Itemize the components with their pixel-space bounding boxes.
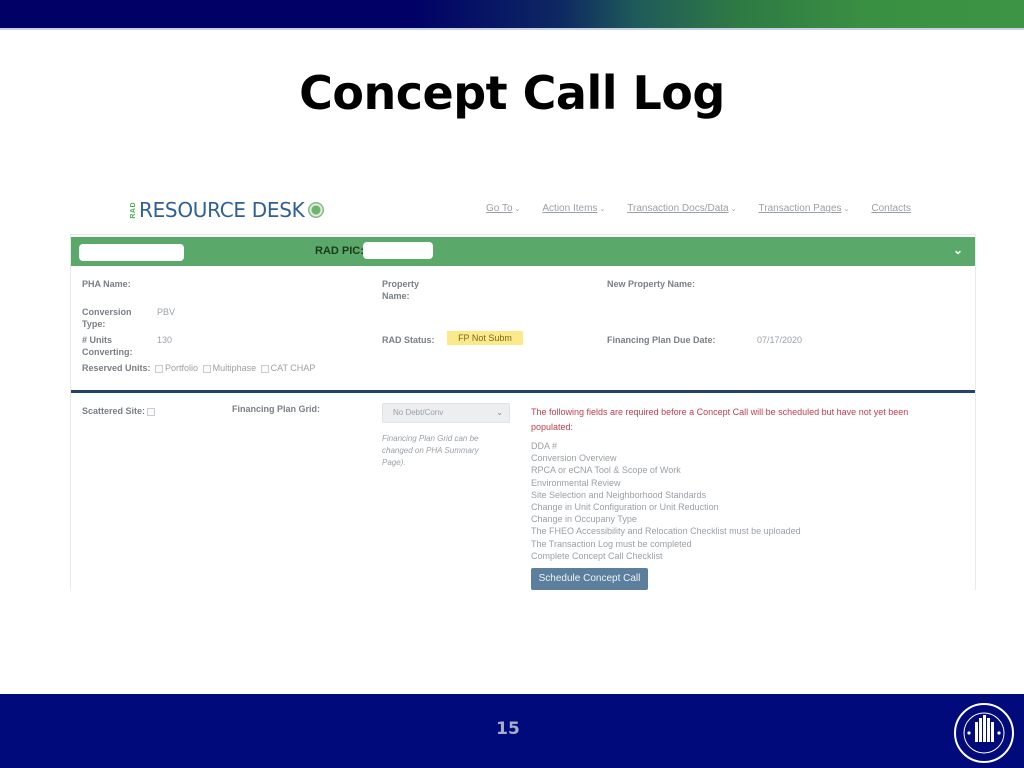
nav-go-to[interactable]: Go To ⌄: [486, 203, 520, 214]
resource-desk-screenshot: RAD RESOURCE DESK Go To ⌄ Action Items ⌄ T…: [68, 190, 978, 590]
nav-label: Action Items: [542, 203, 598, 214]
units-converting-label: # Units Converting:: [82, 335, 133, 357]
financing-plan-note: Financing Plan Grid can be changed on PH…: [382, 434, 479, 467]
nav-transaction-docs-data[interactable]: Transaction Docs/Data ⌄: [627, 203, 736, 214]
redacted-rad-pic: [363, 242, 433, 259]
required-item: Site Selection and Neighborhood Standard…: [531, 489, 707, 500]
rad-status-label: RAD Status:: [382, 335, 435, 345]
reserved-units-row: Reserved Units: Portfolio Multiphase CAT…: [82, 363, 315, 373]
required-item: RPCA or eCNA Tool & Scope of Work: [531, 465, 681, 476]
units-converting-value: 130: [157, 335, 173, 345]
transaction-card: RAD PIC: ⌄ PHA Name: Property Name: New …: [70, 234, 976, 590]
nav-label: Transaction Docs/Data: [627, 203, 729, 214]
required-item: Conversion Overview: [531, 453, 617, 464]
slide-top-band-border: [0, 28, 1024, 30]
slide-top-band: [0, 0, 1024, 28]
top-nav: Go To ⌄ Action Items ⌄ Transaction Docs/Da…: [486, 203, 933, 214]
hud-seal-icon: [308, 202, 325, 218]
financing-plan-grid-label: Financing Plan Grid:: [232, 404, 321, 414]
conversion-type-value: PBV: [157, 307, 176, 317]
chevron-down-icon: ⌄: [599, 206, 606, 213]
pha-name-label: PHA Name:: [82, 279, 131, 289]
required-item: DDA #: [531, 441, 558, 451]
reserved-units-label: Reserved Units:: [82, 363, 151, 373]
rad-pic-label: RAD PIC:: [315, 245, 364, 257]
required-item: Change in Occupany Type: [531, 514, 637, 525]
schedule-concept-call-button[interactable]: Schedule Concept Call: [531, 568, 648, 590]
nav-transaction-pages[interactable]: Transaction Pages ⌄: [759, 203, 850, 214]
required-fields-message: The following fields are required before…: [531, 407, 909, 432]
chevron-down-icon: ⌄: [730, 206, 737, 213]
cat-chap-label: CAT CHAP: [270, 363, 316, 373]
hud-seal-icon: [954, 703, 1014, 763]
fp-due-date-value: 07/17/2020: [757, 335, 803, 345]
rad-status-badge: FP Not Subm: [447, 331, 523, 345]
new-property-name-label: New Property Name:: [607, 279, 696, 289]
required-item: Environmental Review: [531, 477, 621, 488]
scattered-site-text: Scattered Site:: [82, 406, 146, 416]
conversion-type-label: Conversion Type:: [82, 307, 132, 329]
logo-text: RESOURCE DESK: [139, 198, 305, 222]
required-item: Complete Concept Call Checklist: [531, 550, 663, 561]
required-item: Change in Unit Configuration or Unit Red…: [531, 502, 719, 513]
card-header-bar[interactable]: RAD PIC: ⌄: [71, 237, 975, 266]
multiphase-checkbox[interactable]: [202, 364, 211, 373]
portfolio-label: Portfolio: [165, 363, 199, 373]
chevron-down-icon: ⌄: [514, 206, 521, 213]
nav-action-items[interactable]: Action Items ⌄: [542, 203, 605, 214]
app-header: RAD RESOURCE DESK Go To ⌄ Action Items ⌄ T…: [68, 190, 978, 230]
fp-due-date-label: Financing Plan Due Date:: [607, 335, 716, 345]
resource-desk-logo[interactable]: RAD RESOURCE DESK: [130, 198, 325, 222]
property-name-label: Property Name:: [382, 279, 420, 301]
chevron-down-icon: ⌄: [843, 206, 850, 213]
nav-label: Go To: [486, 203, 513, 214]
nav-label: Contacts: [871, 203, 911, 214]
financing-plan-grid-select[interactable]: No Debt/Conv ⌄: [382, 403, 510, 423]
chevron-down-icon: ⌄: [496, 408, 503, 417]
select-value: No Debt/Conv: [393, 408, 444, 417]
required-item: The Transaction Log must be completed: [531, 538, 692, 549]
page-number: 15: [496, 719, 520, 739]
required-item: The FHEO Accessibility and Relocation Ch…: [531, 526, 801, 537]
cat-chap-checkbox[interactable]: [260, 364, 269, 373]
portfolio-checkbox[interactable]: [155, 364, 164, 373]
scattered-site-label: Scattered Site:: [82, 405, 157, 417]
section-divider: [71, 390, 975, 393]
nav-label: Transaction Pages: [758, 203, 842, 214]
chevron-down-icon[interactable]: ⌄: [953, 243, 963, 257]
scattered-site-checkbox[interactable]: [147, 407, 156, 416]
logo-prefix: RAD: [130, 201, 137, 219]
required-fields-list: DDA # Conversion Overview RPCA or eCNA T…: [531, 440, 801, 562]
nav-contacts[interactable]: Contacts: [871, 203, 910, 214]
multiphase-label: Multiphase: [212, 363, 257, 373]
redacted-project-name: [79, 244, 184, 261]
slide-title: Concept Call Log: [299, 66, 725, 120]
